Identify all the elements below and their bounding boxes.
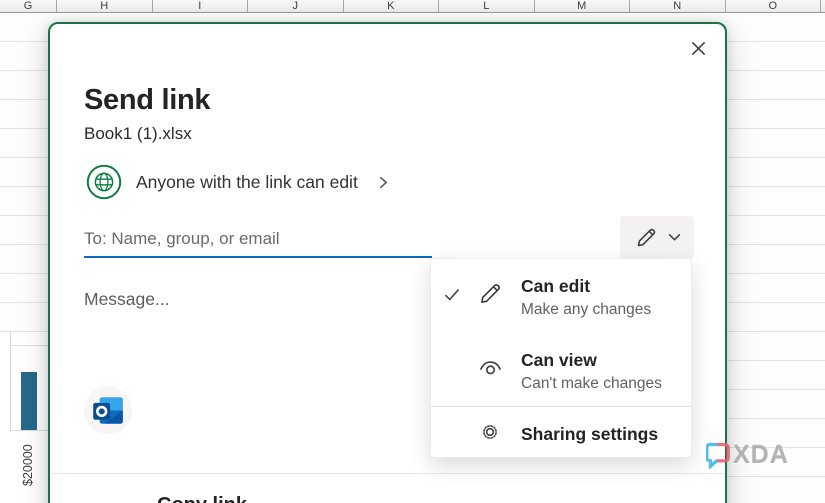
- dialog-title: Send link: [84, 84, 210, 117]
- dialog-divider: [51, 473, 724, 474]
- close-button[interactable]: [686, 36, 710, 60]
- chart-bar: [21, 372, 37, 430]
- permission-summary-label: Anyone with the link can edit: [136, 172, 358, 193]
- copy-link-section-label: Copy link: [157, 494, 247, 503]
- screen: G H I J K L M N O $20000 Send link Book1…: [0, 0, 825, 503]
- permission-dropdown-button[interactable]: [620, 216, 694, 259]
- globe-icon: [86, 164, 122, 200]
- to-input[interactable]: [84, 222, 432, 258]
- column-header[interactable]: L: [439, 0, 535, 12]
- outlook-icon: [91, 393, 126, 428]
- link-permission-summary[interactable]: Anyone with the link can edit: [80, 161, 395, 203]
- column-header-row: G H I J K L M N O: [0, 0, 825, 13]
- column-header[interactable]: K: [344, 0, 440, 12]
- column-header[interactable]: N: [630, 0, 726, 12]
- to-field-wrapper: [84, 222, 432, 258]
- menu-item-sharing-settings[interactable]: [431, 407, 691, 457]
- message-field-wrapper: [84, 289, 424, 379]
- chart-gridline: [10, 430, 48, 431]
- pencil-icon: [634, 225, 659, 250]
- close-icon: [689, 39, 708, 58]
- menu-item-can-view[interactable]: [431, 341, 691, 404]
- watermark-text: XDA: [733, 441, 789, 470]
- column-header[interactable]: O: [726, 0, 822, 12]
- column-header[interactable]: G: [0, 0, 57, 12]
- permission-menu: Can edit Make any changes Can view Can't…: [430, 258, 692, 458]
- chart-axis-line: [10, 332, 11, 432]
- column-header[interactable]: J: [248, 0, 344, 12]
- chart-gridline: [10, 345, 48, 346]
- column-header[interactable]: H: [57, 0, 153, 12]
- dialog-file-name: Book1 (1).xlsx: [84, 124, 192, 144]
- column-header[interactable]: I: [153, 0, 249, 12]
- menu-item-can-edit[interactable]: [431, 267, 691, 332]
- chart-fragment: $20000: [0, 332, 48, 503]
- watermark: XDA: [706, 441, 789, 470]
- column-header[interactable]: M: [535, 0, 631, 12]
- chevron-down-icon: [668, 233, 681, 242]
- chart-axis-tick-label: $20000: [13, 435, 43, 495]
- message-input[interactable]: [84, 289, 424, 379]
- outlook-button[interactable]: [84, 386, 132, 434]
- chevron-right-icon: [378, 175, 389, 190]
- xda-bubble-icon: [706, 442, 730, 469]
